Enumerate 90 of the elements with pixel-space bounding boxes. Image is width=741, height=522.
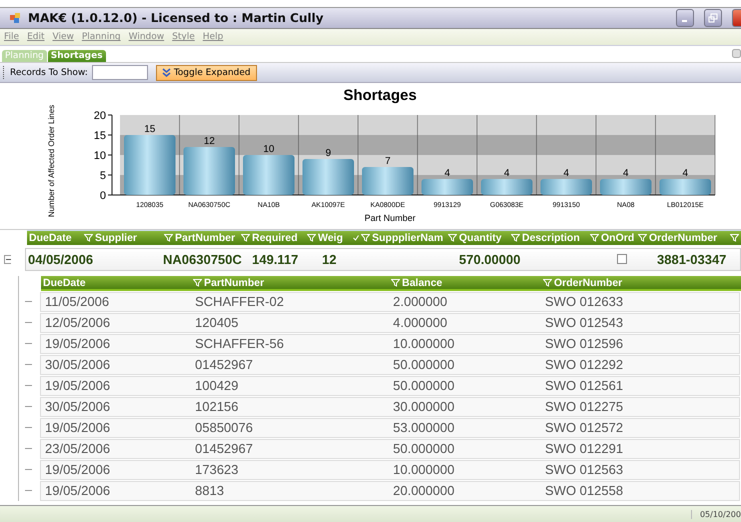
table-cell-text: 50.000000	[392, 441, 456, 456]
window-title: MAK€ (1.0.12.0) - Licensed to : Martin Cully	[28, 11, 324, 25]
table-cell-text: 30/05/2006	[44, 399, 112, 414]
table-cell-text: 23/05/2006	[44, 441, 112, 456]
table-cell-text: SWO 012572	[544, 420, 624, 435]
table-cell-text: 30/05/2006	[44, 357, 112, 372]
table-cell-text: SCHAFFER-56	[194, 336, 285, 351]
table-cell-text: 19/05/2006	[44, 336, 112, 351]
column-header[interactable]: Required	[252, 232, 298, 244]
table-cell-text: 173623	[194, 462, 240, 477]
table-cell-text: 10.000000	[392, 336, 456, 351]
table-cell-text: 50.000000	[392, 378, 456, 393]
data-label: 4	[682, 168, 688, 179]
table-cell-text: SWO 012291	[544, 441, 624, 456]
tick-label: 5	[100, 170, 106, 182]
table-cell-text: 19/05/2006	[44, 462, 112, 477]
data-label: 15	[144, 124, 156, 135]
table-cell-text: 11/05/2006	[44, 294, 110, 309]
data-label: 10	[263, 144, 274, 155]
table-cell-text: SWO 012275	[544, 399, 624, 414]
toggle-expanded-button[interactable]: Toggle Expanded	[156, 64, 257, 80]
table-cell: NA0630750C	[163, 252, 242, 266]
table-cell: 570.00000	[459, 252, 520, 266]
table-cell-text: 20.000000	[392, 483, 456, 498]
column-header[interactable]: PartNumber	[175, 232, 236, 244]
table-cell: 3881-03347	[657, 252, 726, 266]
tick-label: 20	[94, 110, 106, 122]
menu-item[interactable]: File	[4, 32, 20, 42]
table-cell-text: 19/05/2006	[44, 420, 112, 435]
column-header[interactable]: Supplier	[95, 232, 138, 244]
data-label: 7	[384, 156, 391, 167]
menu-item[interactable]: View	[52, 32, 74, 42]
table-cell-text: SWO 012633	[544, 294, 624, 309]
table-cell: 12	[322, 252, 336, 266]
column-header[interactable]: SuppplierNam	[372, 232, 444, 244]
tick-label: 15	[94, 130, 106, 142]
data-label: 9	[325, 148, 332, 159]
column-header[interactable]: DueDate	[29, 232, 72, 244]
status-date: 05/10/200	[690, 510, 741, 518]
table-cell-text: SWO 012558	[544, 483, 624, 498]
column-header[interactable]: OnOrd	[601, 232, 634, 244]
table-cell-text: 120405	[194, 315, 240, 330]
table-cell-text: 01452967	[194, 441, 254, 456]
data-label: 12	[204, 136, 215, 147]
column-header[interactable]: PartNumber	[204, 276, 264, 288]
column-header[interactable]: Description	[522, 232, 580, 244]
table-cell: 149.117	[252, 252, 298, 266]
table-cell-text: 10.000000	[392, 462, 456, 477]
table-cell-text: SWO 012292	[544, 357, 624, 372]
data-label: 4	[504, 168, 510, 179]
table-cell-text: 50.000000	[392, 357, 456, 372]
table-cell-text: 102156	[194, 399, 240, 414]
table-cell-text: SWO 012543	[544, 315, 624, 330]
table-cell-text: SWO 012596	[544, 336, 624, 351]
column-header[interactable]: DueDate	[43, 276, 86, 288]
table-cell-text: 2.000000	[392, 294, 448, 309]
table-cell-text: 30.000000	[392, 399, 456, 414]
table-cell-text: 12/05/2006	[44, 315, 112, 330]
tick-label: 0	[100, 190, 106, 202]
table-cell-text: 100429	[194, 378, 240, 393]
table-cell-text: 4.000000	[392, 315, 448, 330]
table-cell-text: SCHAFFER-02	[194, 294, 285, 309]
table-cell-text: 05850076	[194, 420, 254, 435]
menu-item[interactable]: Style	[172, 32, 195, 42]
table-cell: 04/05/2006	[28, 252, 94, 266]
table-cell-text: 8813	[194, 483, 225, 498]
tab[interactable]: Shortages	[48, 50, 106, 62]
column-header[interactable]: Weig	[318, 232, 343, 244]
column-header[interactable]: Balance	[402, 276, 442, 288]
table-cell-text: SWO 012563	[544, 462, 624, 477]
column-header[interactable]: OrderNumber	[554, 276, 622, 288]
data-label: 4	[622, 168, 629, 179]
axis-title: Part Number	[364, 213, 416, 223]
table-cell-text: SWO 012561	[544, 378, 624, 393]
data-label: 4	[563, 168, 570, 179]
menu-item[interactable]: Help	[202, 32, 224, 42]
table-cell-text: 19/05/2006	[44, 483, 112, 498]
table-cell-text: 19/05/2006	[44, 378, 112, 393]
axis-title: Number of Affected Order Lines	[47, 104, 56, 218]
menu-item[interactable]: Edit	[27, 32, 44, 42]
column-header[interactable]: Quantity	[459, 232, 502, 244]
chart-title: Shortages	[343, 87, 417, 104]
tick-label: 10	[94, 150, 106, 162]
column-header[interactable]: OrderNumber	[649, 232, 718, 244]
menu-item[interactable]: Planning	[82, 32, 121, 42]
table-cell-text: 53.000000	[392, 420, 456, 435]
menu-item[interactable]: Window	[128, 32, 164, 42]
table-cell-text: 01452967	[194, 357, 254, 372]
data-label: 4	[444, 168, 450, 179]
records-label: Records To Show:	[10, 68, 88, 78]
